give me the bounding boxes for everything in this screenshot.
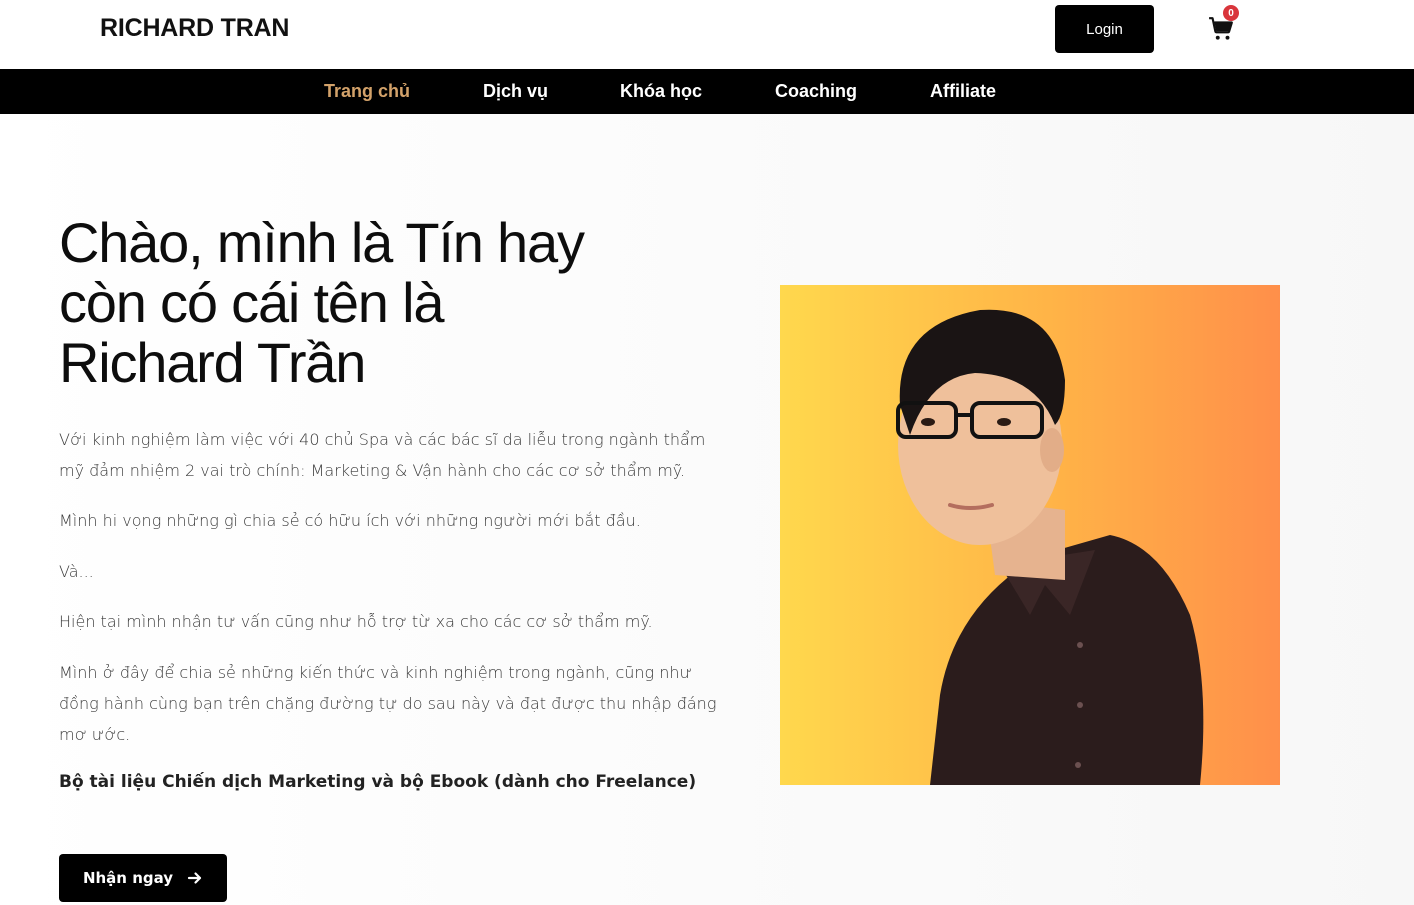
intro-paragraph: Với kinh nghiệm làm việc với 40 chủ Spa … (59, 430, 706, 480)
cart-count-badge: 0 (1223, 5, 1239, 21)
and-paragraph: Và... (59, 562, 94, 581)
get-now-button[interactable]: Nhận ngay (59, 854, 227, 902)
nav-item-trang-chu[interactable]: Trang chủ (324, 69, 410, 114)
main-nav: Trang chủ Dịch vụ Khóa học Coaching Affi… (0, 69, 1414, 114)
nav-item-coaching[interactable]: Coaching (775, 69, 857, 114)
site-header: RICHARD TRAN Login 0 (0, 0, 1414, 69)
nav-item-dich-vu[interactable]: Dịch vụ (483, 69, 548, 114)
login-button[interactable]: Login (1055, 5, 1154, 53)
mission-paragraph: Mình ở đây để chia sẻ những kiến thức và… (59, 663, 717, 744)
arrow-right-icon (187, 872, 202, 884)
headline-line-3: Richard Trần (59, 331, 366, 394)
consulting-paragraph: Hiện tại mình nhận tư vấn cũng như hỗ tr… (59, 612, 653, 631)
hero-headline: Chào, mình là Tín hay còn có cái tên là … (59, 213, 699, 393)
nav-item-khoa-hoc[interactable]: Khóa học (620, 69, 702, 114)
profile-portrait (780, 285, 1280, 785)
hope-paragraph: Mình hi vọng những gì chia sẻ có hữu ích… (59, 511, 641, 530)
hero-section: Chào, mình là Tín hay còn có cái tên là … (0, 114, 1414, 905)
person-illustration (896, 309, 1204, 785)
headline-line-2: còn có cái tên là (59, 271, 444, 334)
get-now-label: Nhận ngay (82, 869, 174, 887)
nav-item-affiliate[interactable]: Affiliate (930, 69, 996, 114)
brand-logo[interactable]: RICHARD TRAN (100, 14, 289, 43)
headline-line-1: Chào, mình là Tín hay (59, 211, 585, 274)
offer-heading: Bộ tài liệu Chiến dịch Marketing và bộ E… (59, 772, 697, 792)
